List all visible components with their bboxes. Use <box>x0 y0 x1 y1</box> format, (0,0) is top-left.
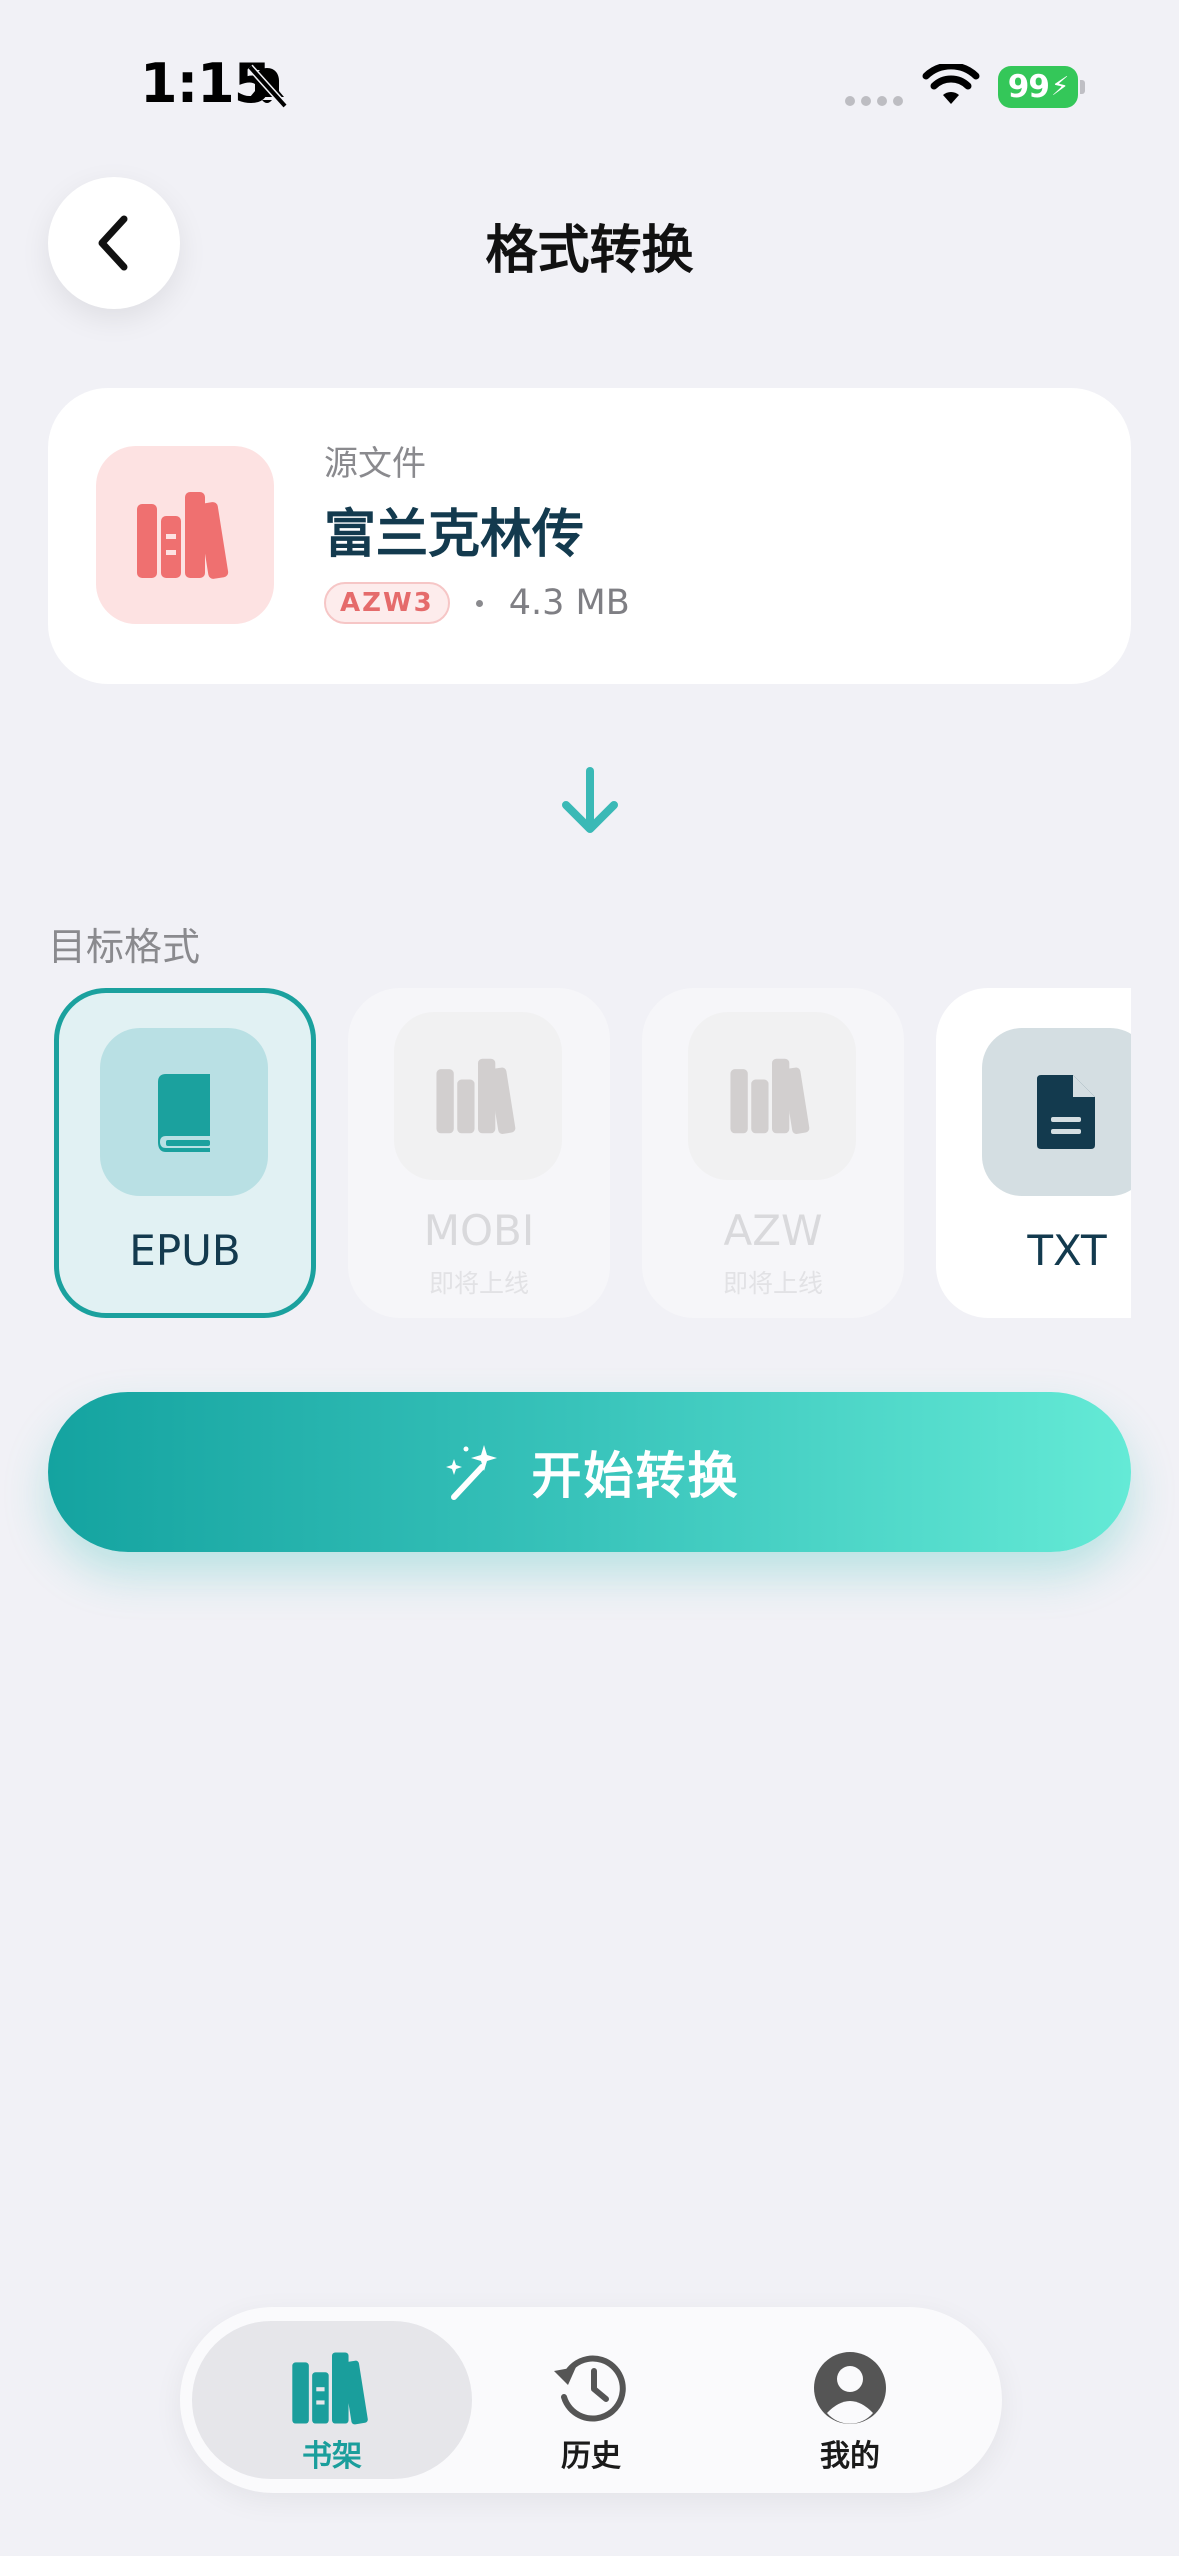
signal-icon <box>845 96 903 106</box>
history-icon <box>554 2355 626 2422</box>
file-size: 4.3 MB <box>508 583 630 623</box>
start-conversion-label: 开始转换 <box>531 1447 740 1505</box>
format-icon-box <box>688 1012 856 1180</box>
tab-bar: 书架 历史 我的 <box>180 2307 1002 2493</box>
profile-icon <box>814 2352 886 2424</box>
battery-indicator: 99 ⚡ <box>998 66 1078 108</box>
format-options: EPUB MOBI 即将上线 AZW 即将上线 TXT <box>48 988 1131 1322</box>
coming-soon-label: 即将上线 <box>722 1269 823 1298</box>
book-icon <box>158 1074 210 1152</box>
format-icon-box <box>394 1012 562 1180</box>
format-option-epub[interactable]: EPUB <box>54 988 316 1318</box>
wifi-icon <box>922 64 980 104</box>
source-file-card: 源文件 富兰克林传 AZW3 4.3 MB <box>48 388 1131 684</box>
battery-level: 99 <box>1007 69 1050 105</box>
books-icon <box>137 492 229 579</box>
format-name: TXT <box>1027 1226 1107 1275</box>
tab-label: 我的 <box>820 2439 880 2474</box>
format-icon-box <box>100 1028 268 1196</box>
format-icon-box <box>982 1028 1131 1196</box>
format-option-azw[interactable]: AZW 即将上线 <box>642 988 904 1318</box>
tab-bookshelf[interactable]: 书架 <box>192 2321 472 2479</box>
magic-wand-icon <box>445 1445 497 1500</box>
bookshelf-icon <box>292 2352 368 2425</box>
document-icon <box>1037 1075 1095 1149</box>
source-label: 源文件 <box>324 444 426 484</box>
battery-cap <box>1080 80 1085 94</box>
format-option-txt[interactable]: TXT <box>936 988 1131 1318</box>
charging-icon: ⚡ <box>1050 72 1069 102</box>
target-format-label: 目标格式 <box>48 925 201 969</box>
tab-label: 书架 <box>302 2439 362 2474</box>
format-name: MOBI <box>423 1206 535 1255</box>
format-name: EPUB <box>129 1226 241 1275</box>
format-option-mobi[interactable]: MOBI 即将上线 <box>348 988 610 1318</box>
bell-slash-icon <box>247 64 288 109</box>
source-meta: AZW3 4.3 MB <box>324 582 630 624</box>
separator-dot <box>475 599 483 607</box>
arrow-down-icon <box>562 767 618 833</box>
page-title: 格式转换 <box>485 221 694 281</box>
books-icon <box>436 1058 516 1134</box>
coming-soon-label: 即将上线 <box>428 1269 529 1298</box>
book-title: 富兰克林传 <box>324 505 585 565</box>
books-icon <box>730 1058 810 1134</box>
format-badge: AZW3 <box>324 582 450 624</box>
tab-history[interactable]: 历史 <box>451 2321 731 2479</box>
status-bar: 1:15 99 ⚡ <box>0 0 1179 150</box>
format-name: AZW <box>723 1206 823 1255</box>
source-file-thumbnail <box>96 446 274 624</box>
tab-profile[interactable]: 我的 <box>710 2321 990 2479</box>
start-conversion-button[interactable]: 开始转换 <box>48 1392 1131 1552</box>
tab-label: 历史 <box>561 2439 621 2474</box>
